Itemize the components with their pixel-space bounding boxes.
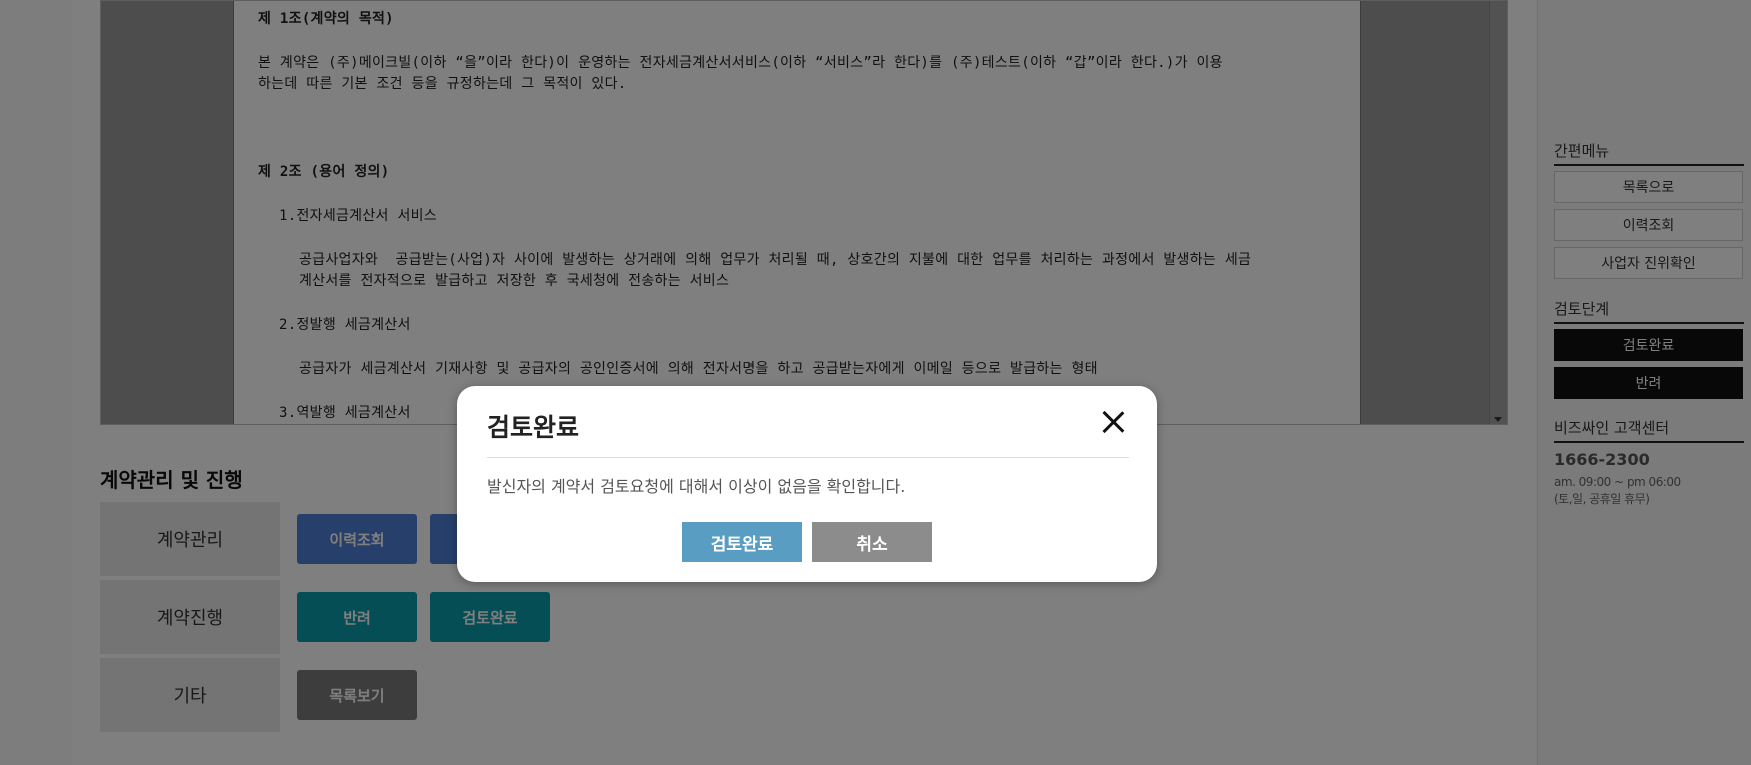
dialog-divider [487, 457, 1129, 458]
close-icon[interactable] [1099, 408, 1127, 436]
modal-overlay[interactable] [0, 0, 1751, 765]
dialog-message: 발신자의 계약서 검토요청에 대해서 이상이 없음을 확인합니다. [487, 477, 906, 496]
dialog-title: 검토완료 [487, 413, 580, 442]
confirm-review-button[interactable]: 검토완료 [682, 522, 802, 562]
review-complete-dialog: 검토완료 발신자의 계약서 검토요청에 대해서 이상이 없음을 확인합니다. 검… [457, 386, 1157, 582]
cancel-button[interactable]: 취소 [812, 522, 932, 562]
